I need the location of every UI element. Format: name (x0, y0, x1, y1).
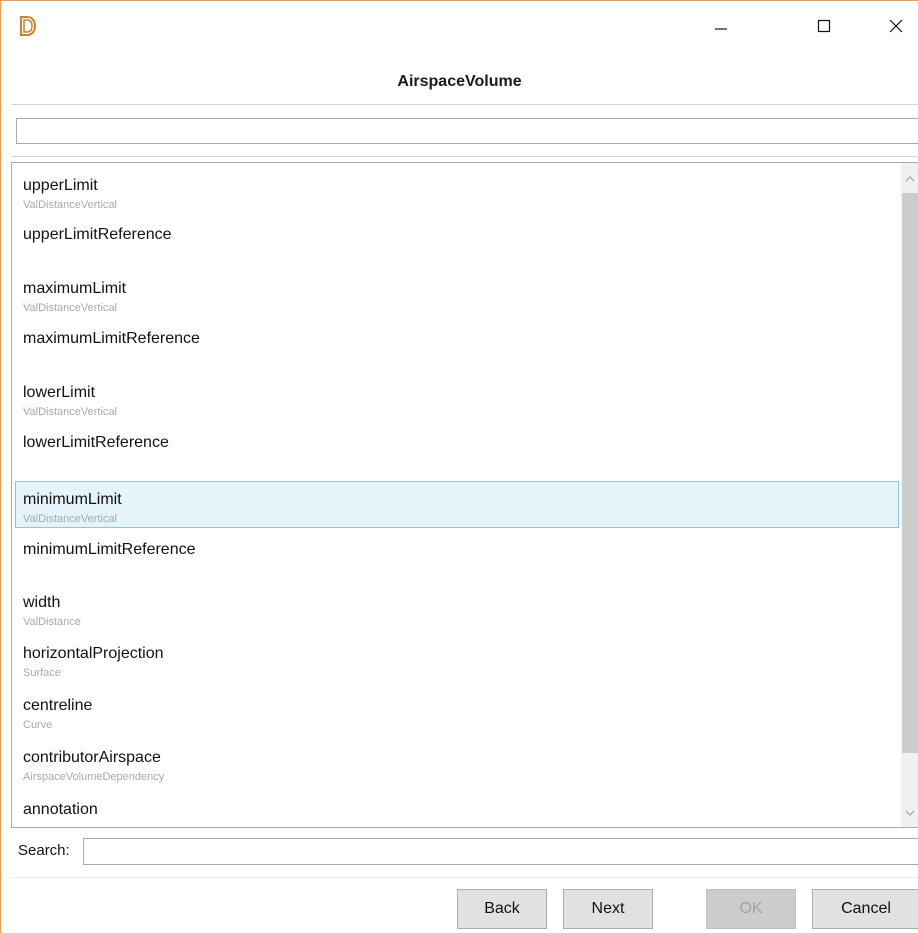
scroll-thumb[interactable] (902, 193, 918, 753)
dialog-title: AirspaceVolume (397, 73, 522, 90)
scroll-down-arrow-icon[interactable] (901, 803, 918, 823)
item-name: horizontalProjection (23, 645, 164, 662)
item-type: Surface (23, 667, 61, 679)
divider (11, 877, 918, 878)
vertical-scrollbar[interactable] (901, 163, 918, 827)
list-item[interactable]: centreline Curve (15, 687, 899, 734)
item-type: Curve (23, 719, 53, 731)
list-item[interactable]: maximumLimitReference (15, 318, 899, 365)
list-item[interactable]: annotation (15, 791, 899, 827)
search-label: Search: (18, 842, 70, 859)
list-item[interactable]: contributorAirspace AirspaceVolumeDepend… (15, 739, 899, 786)
filter-input[interactable] (16, 118, 918, 144)
item-name: lowerLimit (23, 384, 96, 401)
scroll-up-arrow-icon[interactable] (901, 169, 918, 189)
item-name: maximumLimitReference (23, 330, 200, 347)
item-name: centreline (23, 697, 93, 714)
property-list[interactable]: upperLimit ValDistanceVertical upperLimi… (11, 162, 918, 828)
divider (11, 104, 918, 105)
cancel-button[interactable]: Cancel (812, 889, 918, 929)
divider (11, 156, 918, 157)
list-item[interactable]: horizontalProjection Surface (15, 635, 899, 682)
list-item[interactable]: upperLimitReference (15, 214, 899, 261)
list-item[interactable]: lowerLimitReference (15, 422, 899, 469)
close-button[interactable] (873, 9, 918, 43)
item-name: width (23, 594, 61, 611)
list-item[interactable]: width ValDistance (15, 584, 899, 631)
item-name: contributorAirspace (23, 749, 161, 766)
item-name: upperLimit (23, 177, 98, 194)
item-name: maximumLimit (23, 280, 127, 297)
item-type: ValDistance (23, 616, 81, 628)
item-name: minimumLimit (23, 491, 122, 508)
item-type: ValDistanceVertical (23, 302, 117, 314)
list-item[interactable]: lowerLimit ValDistanceVertical (15, 374, 899, 421)
back-button[interactable]: Back (457, 889, 547, 929)
item-type: ValDistanceVertical (23, 199, 117, 211)
item-name: lowerLimitReference (23, 434, 169, 451)
maximize-button[interactable] (801, 9, 847, 43)
item-type: AirspaceVolumeDependency (23, 771, 165, 783)
search-input[interactable] (83, 838, 918, 865)
list-item[interactable]: minimumLimitReference (15, 529, 899, 576)
list-item-selected[interactable]: minimumLimit ValDistanceVertical (15, 481, 899, 528)
item-name: annotation (23, 801, 98, 818)
list-item[interactable]: upperLimit ValDistanceVertical (15, 167, 899, 214)
item-name: upperLimitReference (23, 226, 172, 243)
ok-button[interactable]: OK (706, 889, 796, 929)
next-button[interactable]: Next (563, 889, 653, 929)
d-logo-icon (18, 16, 37, 36)
title-bar (1, 1, 918, 59)
minimize-button[interactable] (698, 9, 744, 43)
dialog-window: AirspaceVolume upperLimit ValDistanceVer… (0, 0, 918, 933)
item-name: minimumLimitReference (23, 541, 196, 558)
list-item[interactable]: maximumLimit ValDistanceVertical (15, 270, 899, 317)
item-type: ValDistanceVertical (23, 406, 117, 418)
item-type: ValDistanceVertical (23, 513, 117, 525)
